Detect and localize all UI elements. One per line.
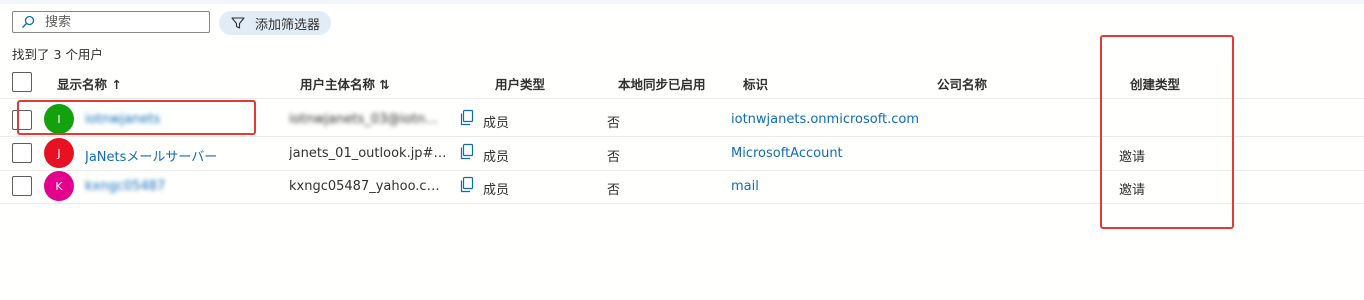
- select-all-checkbox[interactable]: [12, 72, 32, 92]
- result-count: 找到了 3 个用户: [12, 47, 103, 62]
- search-icon: [22, 15, 35, 28]
- column-header-identities[interactable]: 标识: [743, 74, 768, 93]
- avatar: J: [44, 138, 74, 168]
- column-header-display-name[interactable]: 显示名称 ↑: [57, 74, 122, 93]
- filter-icon: [231, 17, 245, 29]
- user-display-name-link[interactable]: JaNetsメールサーバー: [85, 146, 245, 165]
- user-display-name-link[interactable]: kxngc05487: [85, 179, 165, 194]
- identity-link[interactable]: mail: [731, 179, 759, 194]
- user-type: 成员: [483, 183, 510, 198]
- add-filter-label: 添加筛选器: [255, 17, 321, 33]
- copy-icon[interactable]: [459, 109, 475, 127]
- user-upn: kxngc05487_yahoo.co.jp#EXT#@iotnwjanets.…: [289, 179, 447, 194]
- user-upn: janets_01_outlook.jp#EXT#@iotnwjanets.on…: [289, 146, 447, 161]
- column-header-company[interactable]: 公司名称: [937, 74, 987, 93]
- highlight-box-creation-type: [1100, 35, 1234, 229]
- user-type: 成员: [483, 150, 510, 165]
- search-box[interactable]: [12, 11, 210, 33]
- row-checkbox[interactable]: [12, 176, 32, 196]
- highlight-box-first-user: [17, 100, 256, 135]
- user-type: 成员: [483, 116, 510, 131]
- on-prem-sync: 否: [607, 116, 621, 131]
- identity-link[interactable]: MicrosoftAccount: [731, 146, 843, 161]
- on-prem-sync: 否: [607, 150, 621, 165]
- search-input[interactable]: [45, 14, 185, 30]
- add-filter-button[interactable]: 添加筛选器: [219, 11, 331, 35]
- top-strip: [0, 0, 1364, 4]
- identity-link[interactable]: iotnwjanets.onmicrosoft.com: [731, 112, 919, 127]
- user-upn: iotnwjanets_03@iotnwjanets.onmicrosoft.c…: [289, 112, 447, 127]
- copy-icon[interactable]: [459, 176, 475, 194]
- on-prem-sync: 否: [607, 183, 621, 198]
- copy-icon[interactable]: [459, 143, 475, 161]
- column-header-on-prem-sync[interactable]: 本地同步已启用: [618, 74, 706, 93]
- row-checkbox[interactable]: [12, 143, 32, 163]
- column-header-upn[interactable]: 用户主体名称 ⇅: [300, 74, 390, 93]
- avatar: K: [44, 171, 74, 201]
- column-header-user-type[interactable]: 用户类型: [495, 74, 545, 93]
